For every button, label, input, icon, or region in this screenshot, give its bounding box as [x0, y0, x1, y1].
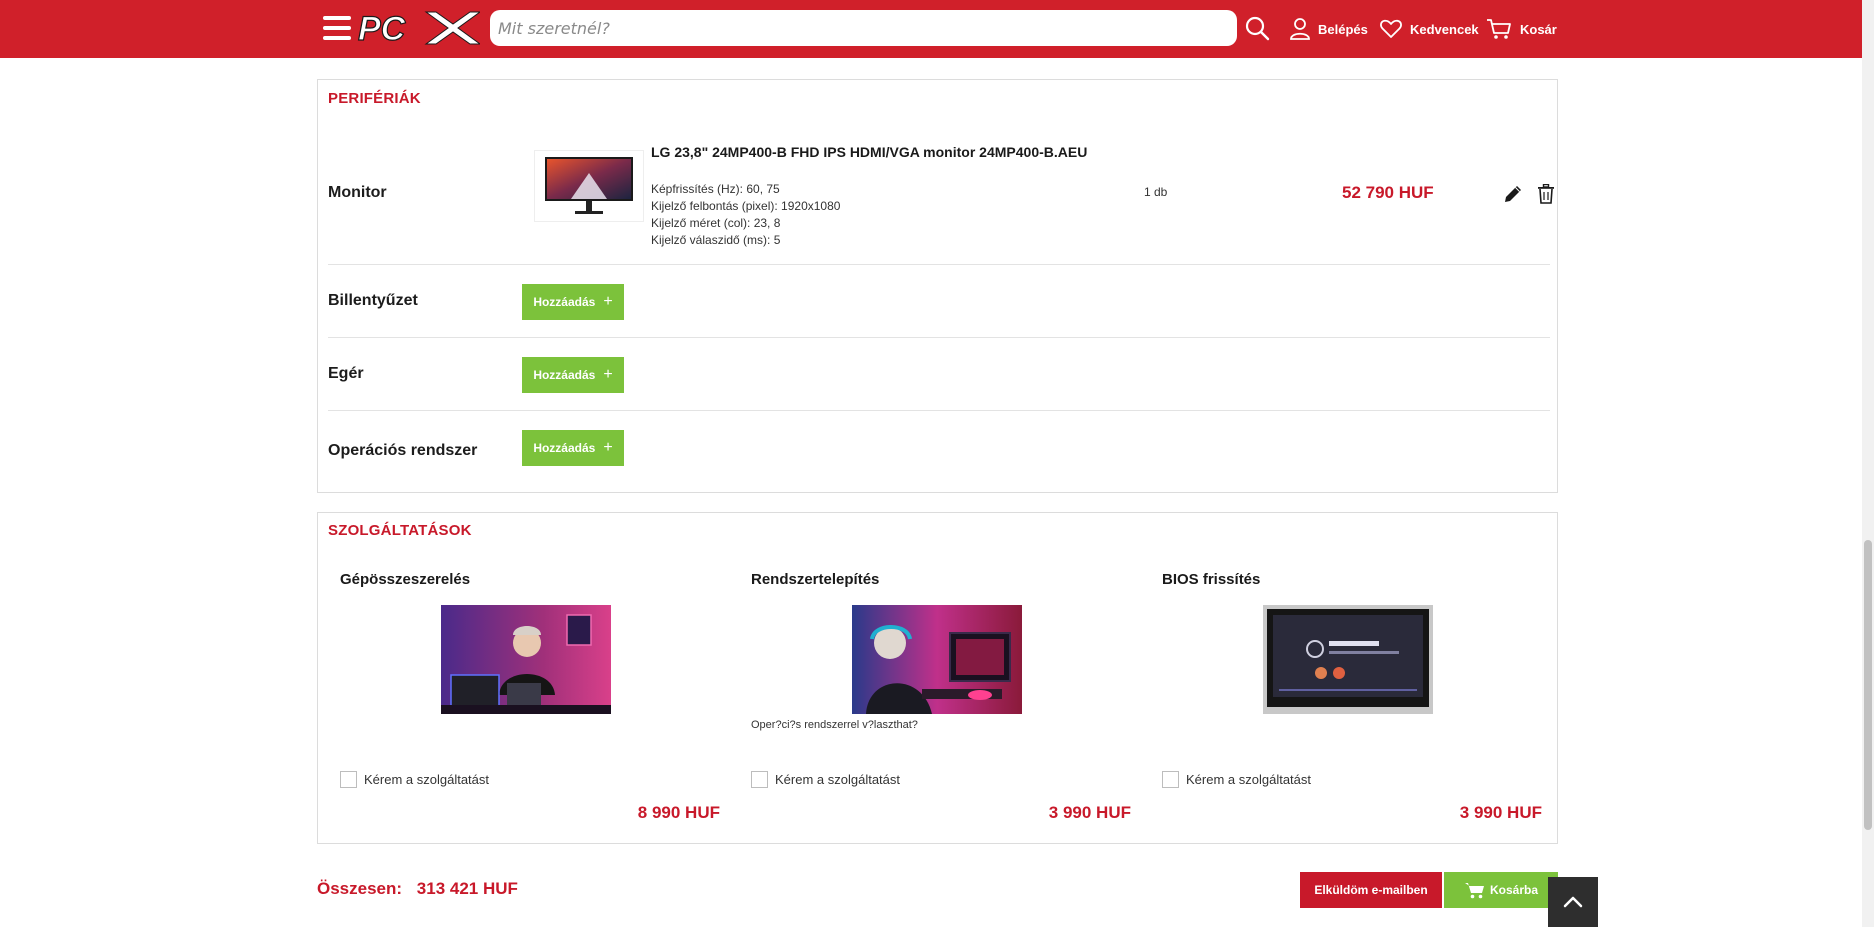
cart-icon [1464, 883, 1484, 899]
checkbox-box[interactable] [751, 771, 768, 788]
keyboard-label: Billentyűzet [328, 292, 418, 309]
bios-image [1263, 605, 1433, 714]
services-section: SZOLGÁLTATÁSOK Gépösszeszerelés Kérem a … [317, 512, 1558, 844]
service-checkbox[interactable]: Kérem a szolgáltatást [340, 771, 489, 788]
total-summary: Összesen: 313 421 HUF [317, 879, 518, 899]
svg-text:PC: PC [358, 10, 406, 48]
monitor-spec: Kijelző méret (col): 23, 8 [651, 216, 781, 230]
checkbox-label: Kérem a szolgáltatást [364, 772, 490, 787]
monitor-label: Monitor [328, 184, 387, 201]
add-button-label: Hozzáadás [533, 441, 596, 455]
peripherals-section: PERIFÉRIÁK Monitor LG 23,8" 24MP400-B FH [317, 79, 1558, 493]
cart-label: Kosár [1520, 21, 1557, 37]
services-title: SZOLGÁLTATÁSOK [328, 522, 472, 539]
add-button-label: Hozzáadás [533, 295, 596, 309]
assembly-image [441, 605, 611, 714]
monitor-image [545, 157, 633, 214]
service-title: Gépösszeszerelés [340, 571, 471, 588]
trash-icon[interactable] [1537, 184, 1555, 204]
cart-icon [1487, 19, 1511, 39]
heart-icon [1380, 19, 1402, 38]
mouse-row: Egér Hozzáadás + [328, 338, 1550, 411]
service-assembly: Gépösszeszerelés Kérem a szolgáltatást 8… [340, 571, 720, 831]
add-mouse-button[interactable]: Hozzáadás + [522, 357, 624, 393]
monitor-quantity: 1 db [1144, 185, 1168, 199]
keyboard-row: Billentyűzet Hozzáadás + [328, 265, 1550, 338]
monitor-product-title[interactable]: LG 23,8" 24MP400-B FHD IPS HDMI/VGA moni… [651, 144, 1087, 160]
service-os-install: Rendszertelepítés Oper?ci?s rendszerrel … [751, 571, 1131, 831]
scroll-to-top-button[interactable] [1548, 877, 1598, 927]
monitor-thumbnail[interactable] [534, 150, 644, 222]
page-scrollbar[interactable] [1862, 0, 1874, 927]
service-price: 3 990 HUF [1048, 803, 1131, 822]
search-box [490, 10, 1237, 46]
total-value: 313 421 HUF [416, 879, 518, 898]
login-label: Belépés [1318, 21, 1368, 37]
pcx-logo[interactable]: PC [356, 8, 480, 48]
service-price: 8 990 HUF [637, 803, 720, 822]
os-row: Operációs rendszer Hozzáadás + [328, 411, 1550, 491]
monitor-price: 52 790 HUF [1342, 183, 1434, 202]
service-bios-update: BIOS frissítés Kérem a szolgáltatást 3 9… [1162, 571, 1542, 831]
add-to-cart-label: Kosárba [1489, 883, 1539, 897]
service-checkbox[interactable]: Kérem a szolgáltatást [751, 771, 900, 788]
chevron-up-icon [1563, 896, 1583, 908]
monitor-spec: Kijelző válaszidő (ms): 5 [651, 233, 781, 247]
pencil-icon[interactable] [1503, 184, 1523, 204]
user-icon [1290, 18, 1310, 40]
search-input[interactable] [490, 10, 1237, 46]
search-icon[interactable] [1244, 15, 1270, 41]
mouse-label: Egér [328, 365, 364, 382]
checkbox-box[interactable] [340, 771, 357, 788]
monitor-row: Monitor LG 23,8" 24MP400-B FHD IPS HDMI/… [328, 122, 1554, 265]
peripherals-title: PERIFÉRIÁK [328, 90, 421, 107]
checkbox-label: Kérem a szolgáltatást [1186, 772, 1312, 787]
service-title: Rendszertelepítés [751, 571, 880, 588]
service-note: Oper?ci?s rendszerrel v?laszthat? [751, 719, 918, 731]
total-label: Összesen: [317, 879, 403, 898]
add-button-label: Hozzáadás [533, 368, 596, 382]
os-install-image [852, 605, 1022, 714]
plus-icon: + [603, 293, 613, 310]
plus-icon: + [603, 439, 613, 456]
send-email-label: Elküldöm e-mailben [1314, 883, 1428, 897]
menu-icon[interactable] [323, 16, 351, 42]
os-label: Operációs rendszer [328, 442, 478, 459]
service-title: BIOS frissítés [1162, 571, 1261, 588]
plus-icon: + [603, 366, 613, 383]
checkbox-box[interactable] [1162, 771, 1179, 788]
monitor-spec: Képfrissítés (Hz): 60, 75 [651, 182, 780, 196]
cart-link[interactable]: Kosár [1486, 15, 1557, 43]
scrollbar-thumb[interactable] [1864, 540, 1872, 830]
send-email-button[interactable]: Elküldöm e-mailben [1300, 872, 1442, 908]
add-os-button[interactable]: Hozzáadás + [522, 430, 624, 466]
favorites-label: Kedvencek [1410, 21, 1479, 37]
add-keyboard-button[interactable]: Hozzáadás + [522, 284, 624, 320]
service-checkbox[interactable]: Kérem a szolgáltatást [1162, 771, 1311, 788]
top-header: PC Belépés Kedvencek Kosár [0, 0, 1862, 58]
monitor-spec: Kijelző felbontás (pixel): 1920x1080 [651, 199, 841, 213]
add-to-cart-button[interactable]: Kosárba [1444, 872, 1558, 908]
login-link[interactable]: Belépés [1290, 15, 1368, 43]
favorites-link[interactable]: Kedvencek [1380, 15, 1479, 43]
service-price: 3 990 HUF [1459, 803, 1542, 822]
checkbox-label: Kérem a szolgáltatást [775, 772, 901, 787]
